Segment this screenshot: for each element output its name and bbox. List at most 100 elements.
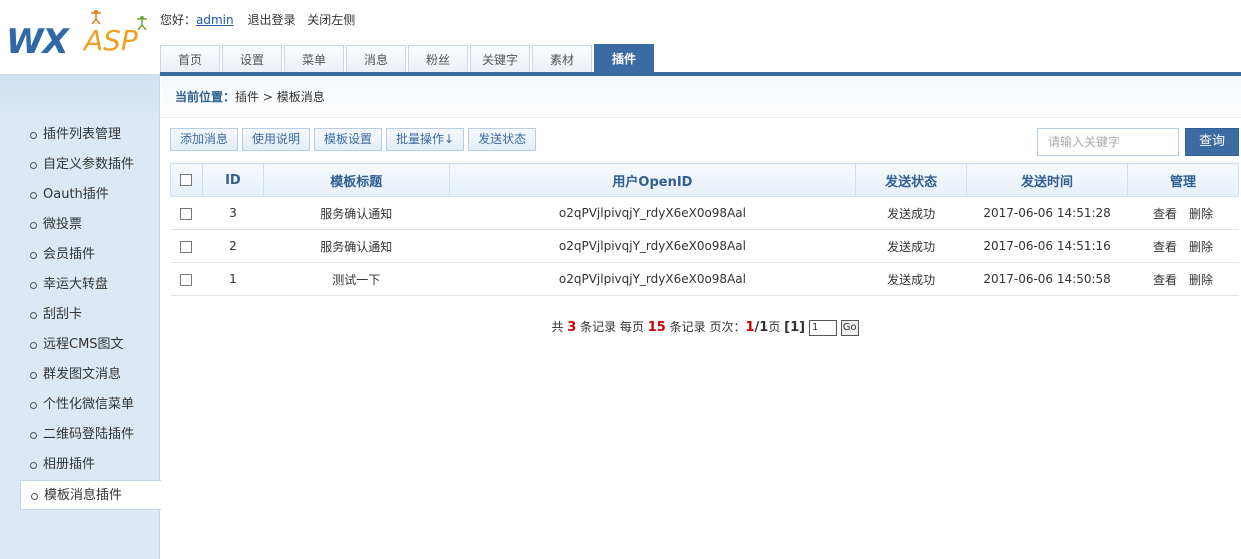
row-checkbox-cell: [170, 229, 203, 263]
cell-manage: 查看 删除: [1127, 196, 1239, 230]
cell-id: 2: [202, 229, 264, 263]
username-link[interactable]: admin: [196, 13, 234, 27]
tab-menu[interactable]: 菜单: [284, 45, 344, 74]
sidebar-item-member[interactable]: 会员插件: [0, 240, 159, 270]
cell-id: 1: [202, 262, 264, 296]
sidebar-item-label: 自定义参数插件: [43, 157, 135, 172]
sidebar-item-label: 群发图文消息: [43, 367, 122, 382]
table-row: 2 服务确认通知 o2qPVjlpivqjY_rdyX6eX0o98Aal 发送…: [170, 229, 1239, 263]
logout-link[interactable]: 退出登录: [247, 13, 295, 27]
tab-materials[interactable]: 素材: [532, 45, 592, 74]
circle-bullet-icon: [31, 493, 38, 500]
circle-bullet-icon: [30, 192, 37, 199]
tab-fans[interactable]: 粉丝: [408, 45, 468, 74]
send-status-button[interactable]: 发送状态: [468, 128, 537, 151]
sidebar-item-wheel[interactable]: 幸运大转盘: [0, 270, 159, 300]
logo-asp: ASP: [84, 24, 138, 57]
sidebar-menu: 插件列表管理 自定义参数插件 Oauth插件 微投票 会员插件 幸运大转盘 刮刮…: [0, 120, 161, 510]
sidebar-item-label: 远程CMS图文: [43, 337, 124, 352]
page-word: 页: [768, 320, 781, 334]
table-row: 3 服务确认通知 o2qPVjlpivqjY_rdyX6eX0o98Aal 发送…: [170, 196, 1239, 230]
sidebar-item-album[interactable]: 相册插件: [0, 450, 159, 480]
cell-manage: 查看 删除: [1127, 229, 1239, 263]
sidebar: 插件列表管理 自定义参数插件 Oauth插件 微投票 会员插件 幸运大转盘 刮刮…: [0, 74, 161, 559]
total-records: 3: [567, 320, 577, 335]
sidebar-item-qr-login[interactable]: 二维码登陆插件: [0, 420, 159, 450]
delete-link[interactable]: 删除: [1189, 240, 1213, 254]
delete-link[interactable]: 删除: [1189, 207, 1213, 221]
column-header-title: 模板标题: [262, 163, 450, 197]
cell-time: 2017-06-06 14:51:28: [966, 196, 1128, 230]
go-button[interactable]: Go: [840, 319, 859, 336]
cell-openid: o2qPVjlpivqjY_rdyX6eX0o98Aal: [449, 229, 856, 263]
row-checkbox[interactable]: [180, 240, 193, 253]
user-bar: 您好：admin 退出登录 关闭左侧: [160, 11, 363, 28]
cell-manage: 查看 删除: [1127, 262, 1239, 296]
sidebar-item-label: 插件列表管理: [43, 127, 122, 142]
breadcrumb-path: 插件 > 模板消息: [235, 90, 325, 104]
sidebar-item-custom-menu[interactable]: 个性化微信菜单: [0, 390, 159, 420]
page-number-input[interactable]: 1: [808, 319, 837, 336]
header: WX ASP 您好：admin 退出登录 关闭左侧 首页 设置 菜单 消息 粉丝…: [0, 0, 1241, 76]
close-left-link[interactable]: 关闭左侧: [307, 13, 355, 27]
table-row: 1 测试一下 o2qPVjlpivqjY_rdyX6eX0o98Aal 发送成功…: [170, 262, 1239, 296]
figure-icon: [91, 10, 101, 24]
circle-bullet-icon: [30, 402, 37, 409]
circle-bullet-icon: [30, 222, 37, 229]
sidebar-header: [0, 74, 159, 120]
column-header-status: 发送状态: [855, 163, 968, 197]
sidebar-item-vote[interactable]: 微投票: [0, 210, 159, 240]
tab-messages[interactable]: 消息: [346, 45, 406, 74]
select-all-cell: [170, 163, 203, 197]
pagination: 共 3 条记录 每页 15 条记录 页次：1/1页 [1] 1 Go: [0, 318, 1241, 336]
help-button[interactable]: 使用说明: [242, 128, 311, 151]
tab-settings[interactable]: 设置: [222, 45, 282, 74]
circle-bullet-icon: [30, 132, 37, 139]
total-pages: 1: [759, 320, 769, 335]
current-page: 1: [745, 320, 755, 335]
breadcrumb: 当前位置：插件 > 模板消息: [161, 76, 1241, 118]
sidebar-item-label: 会员插件: [43, 247, 96, 262]
tab-keywords[interactable]: 关键字: [470, 45, 530, 74]
sidebar-item-label: 个性化微信菜单: [43, 397, 135, 412]
cell-status: 发送成功: [855, 196, 967, 230]
circle-bullet-icon: [30, 252, 37, 259]
page-link[interactable]: [1]: [784, 320, 805, 335]
table-header-row: ID 模板标题 用户OpenID 发送状态 发送时间 管理: [170, 163, 1239, 197]
row-checkbox[interactable]: [180, 207, 193, 220]
row-checkbox[interactable]: [180, 273, 193, 286]
cell-status: 发送成功: [855, 262, 967, 296]
template-settings-button[interactable]: 模板设置: [314, 128, 383, 151]
logo: WX ASP: [4, 8, 160, 64]
sidebar-item-mass-news[interactable]: 群发图文消息: [0, 360, 159, 390]
toolbar: 添加消息 使用说明 模板设置 批量操作↓ 发送状态: [170, 128, 540, 151]
select-all-checkbox[interactable]: [180, 174, 193, 186]
search-input[interactable]: [1037, 128, 1179, 156]
column-header-id: ID: [201, 163, 264, 197]
messages-table: ID 模板标题 用户OpenID 发送状态 发送时间 管理 3 服务确认通知 o…: [170, 163, 1239, 296]
sidebar-item-oauth[interactable]: Oauth插件: [0, 180, 159, 210]
circle-bullet-icon: [30, 342, 37, 349]
sidebar-item-template-msg[interactable]: 模板消息插件: [20, 480, 161, 510]
view-link[interactable]: 查看: [1153, 207, 1177, 221]
sidebar-item-label: 二维码登陆插件: [43, 427, 135, 442]
tab-home[interactable]: 首页: [160, 45, 220, 74]
column-header-time: 发送时间: [966, 163, 1129, 197]
cell-title: 服务确认通知: [263, 196, 450, 230]
logo-wx: WX: [6, 22, 69, 62]
tab-plugins[interactable]: 插件: [594, 44, 654, 74]
batch-actions-button[interactable]: 批量操作↓: [386, 128, 465, 151]
circle-bullet-icon: [30, 462, 37, 469]
view-link[interactable]: 查看: [1153, 273, 1177, 287]
add-message-button[interactable]: 添加消息: [170, 128, 239, 151]
column-header-openid: 用户OpenID: [448, 163, 857, 197]
view-link[interactable]: 查看: [1153, 240, 1177, 254]
sidebar-item-custom-params[interactable]: 自定义参数插件: [0, 150, 159, 180]
pager-records-label2: 条记录 页次：: [669, 320, 746, 334]
search-button[interactable]: 查询: [1185, 128, 1239, 156]
per-page-count: 15: [647, 320, 666, 335]
cell-time: 2017-06-06 14:51:16: [966, 229, 1128, 263]
circle-bullet-icon: [30, 162, 37, 169]
sidebar-item-plugin-list[interactable]: 插件列表管理: [0, 120, 159, 150]
delete-link[interactable]: 删除: [1189, 273, 1213, 287]
